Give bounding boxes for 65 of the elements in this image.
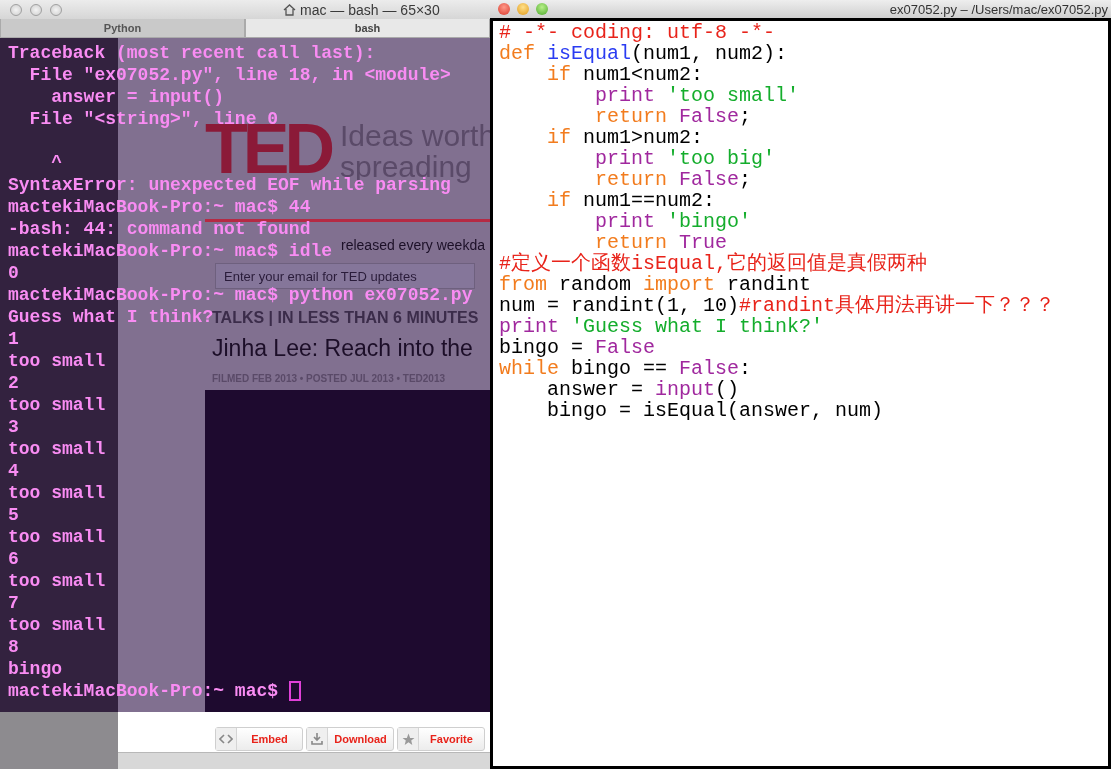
code-line: if num1==num2:: [546, 190, 716, 211]
terminal-line: 3: [8, 416, 19, 438]
code-line: print 'bingo': [594, 211, 752, 232]
code-line: print 'Guess what I think?': [499, 316, 824, 337]
terminal-line: too small: [8, 526, 106, 548]
terminal-line: too small: [8, 614, 106, 636]
terminal-line: 5: [8, 504, 19, 526]
close-button[interactable]: [498, 3, 510, 15]
window-title: mac — bash — 65×30: [300, 1, 440, 18]
terminal-line: bingo: [8, 658, 62, 680]
terminal-line: Guess what I think?: [8, 306, 214, 328]
terminal-line: mactekiMacBook-Pro:~ mac$ idle: [8, 240, 333, 262]
code-line: return False;: [594, 169, 752, 190]
terminal-line: ^: [50, 152, 62, 174]
terminal-line: answer = input(): [50, 86, 225, 108]
code-line: #定义一个函数isEqual,它的返回值是真假两种: [499, 253, 928, 274]
code-line: while bingo == False:: [499, 358, 752, 379]
terminal-line: 7: [8, 592, 19, 614]
talk-title: Jinha Lee: Reach into the: [212, 335, 473, 362]
section-heading: TALKS | IN LESS THAN 6 MINUTES: [212, 309, 479, 327]
code-line: return False;: [594, 106, 752, 127]
terminal-line: Traceback (most recent call last):: [8, 42, 376, 64]
window-control[interactable]: [10, 3, 22, 16]
code-editor[interactable]: [490, 18, 1111, 769]
terminal-line: 0: [8, 262, 19, 284]
code-line: from random import randint: [499, 274, 812, 295]
tab[interactable]: bash: [245, 19, 490, 38]
code-line: bingo = False: [499, 337, 656, 358]
code-line: return True: [595, 232, 728, 253]
terminal-line: 8: [8, 636, 19, 658]
minimize-button[interactable]: [517, 3, 529, 15]
window-control[interactable]: [30, 3, 42, 16]
code-line: print 'too big': [594, 148, 776, 169]
terminal-line: 2: [8, 372, 19, 394]
code-line: if num1>num2:: [546, 127, 704, 148]
window-control[interactable]: [50, 3, 62, 16]
terminal-line: too small: [8, 482, 106, 504]
terminal-line: mactekiMacBook-Pro:~ mac$ 44: [8, 196, 311, 218]
newsletter-text: released every weekda: [341, 237, 485, 253]
action-button[interactable]: Favorite: [397, 727, 485, 751]
terminal-line: mactekiMacBook-Pro:~ mac$: [8, 680, 279, 702]
terminal-line: too small: [8, 394, 106, 416]
action-button[interactable]: Download: [306, 727, 394, 751]
tab[interactable]: Python: [0, 19, 245, 38]
zoom-button[interactable]: [536, 3, 548, 15]
terminal-line: 4: [8, 460, 19, 482]
code-icon: [219, 734, 233, 744]
terminal-line: too small: [8, 570, 106, 592]
terminal-line: -bash: 44: command not found: [8, 218, 311, 240]
code-line: def isEqual(num1, num2):: [499, 43, 788, 64]
home-icon: [283, 3, 296, 16]
code-line: print 'too small': [594, 85, 800, 106]
code-line: if num1<num2:: [546, 64, 704, 85]
code-line: bingo = isEqual(answer, num): [546, 400, 884, 421]
terminal-line: too small: [8, 438, 106, 460]
terminal-line: too small: [8, 350, 106, 372]
code-line: num = randint(1, 10)#randint具体用法再讲一下？？？: [499, 295, 1056, 316]
terminal-line: 6: [8, 548, 19, 570]
terminal-line: 1: [8, 328, 19, 350]
window-title: ex07052.py – /Users/mac/ex07052.py: [889, 1, 1108, 17]
action-button[interactable]: Embed: [215, 727, 303, 751]
download-icon: [311, 733, 323, 745]
code-line: answer = input(): [546, 379, 740, 400]
star-icon: [401, 732, 415, 746]
code-line: # -*- coding: utf-8 -*-: [499, 22, 776, 43]
